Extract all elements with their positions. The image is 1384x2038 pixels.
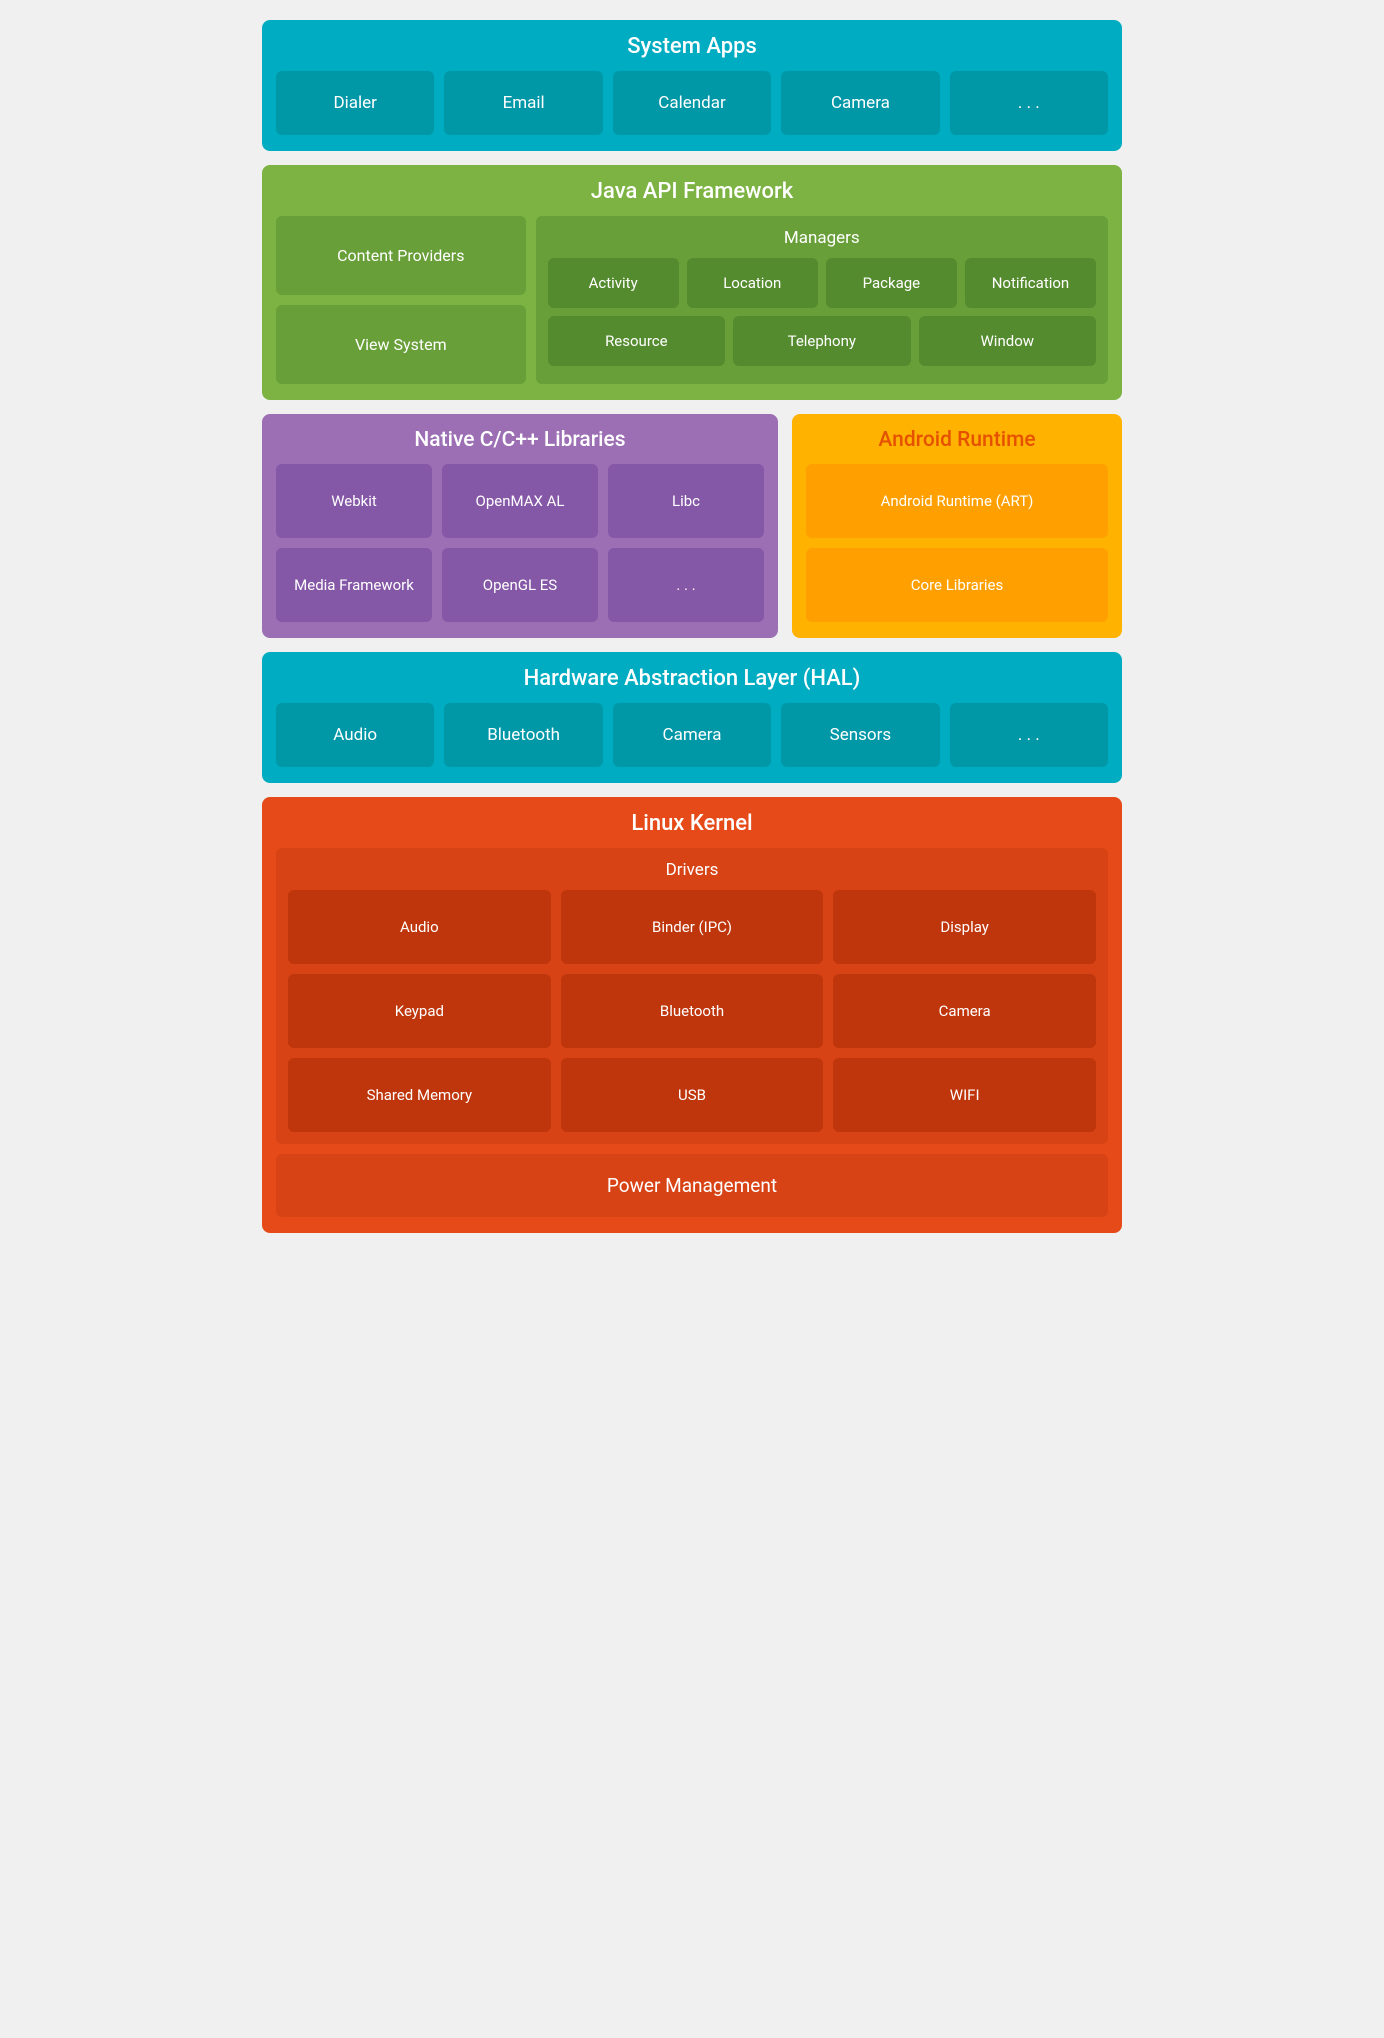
driver-camera: Camera	[833, 974, 1096, 1048]
hal-title: Hardware Abstraction Layer (HAL)	[276, 666, 1108, 691]
driver-wifi: WIFI	[833, 1058, 1096, 1132]
lib-opengl-es: OpenGL ES	[442, 548, 598, 622]
content-providers: Content Providers	[276, 216, 526, 295]
drivers-grid: Audio Binder (IPC) Display Keypad Blueto…	[288, 890, 1096, 1132]
system-apps-layer: System Apps Dialer Email Calendar Camera…	[262, 20, 1122, 151]
managers-grid: Activity Location Package Notification R…	[548, 258, 1096, 366]
manager-activity: Activity	[548, 258, 679, 308]
java-api-content: Content Providers View System Managers A…	[276, 216, 1108, 384]
system-apps-title: System Apps	[276, 34, 1108, 59]
driver-usb: USB	[561, 1058, 824, 1132]
lib-media-framework: Media Framework	[276, 548, 432, 622]
manager-resource: Resource	[548, 316, 725, 366]
java-api-left: Content Providers View System	[276, 216, 526, 384]
driver-shared-memory: Shared Memory	[288, 1058, 551, 1132]
native-cpp-title: Native C/C++ Libraries	[276, 428, 764, 452]
lib-openmax: OpenMAX AL	[442, 464, 598, 538]
manager-telephony: Telephony	[733, 316, 910, 366]
apps-row: Dialer Email Calendar Camera . . .	[276, 71, 1108, 135]
hal-bluetooth: Bluetooth	[444, 703, 602, 767]
app-camera: Camera	[781, 71, 939, 135]
runtime-core-libs: Core Libraries	[806, 548, 1108, 622]
managers-row-2: Resource Telephony Window	[548, 316, 1096, 366]
app-email: Email	[444, 71, 602, 135]
app-more: . . .	[950, 71, 1108, 135]
drivers-title: Drivers	[288, 860, 1096, 880]
app-dialer: Dialer	[276, 71, 434, 135]
lib-webkit: Webkit	[276, 464, 432, 538]
drivers-section: Drivers Audio Binder (IPC) Display Keypa…	[276, 848, 1108, 1144]
hal-camera: Camera	[613, 703, 771, 767]
linux-kernel-title: Linux Kernel	[276, 811, 1108, 836]
manager-window: Window	[919, 316, 1096, 366]
manager-package: Package	[826, 258, 957, 308]
hal-audio: Audio	[276, 703, 434, 767]
view-system: View System	[276, 305, 526, 384]
managers-row-1: Activity Location Package Notification	[548, 258, 1096, 308]
middle-row: Native C/C++ Libraries Webkit OpenMAX AL…	[262, 414, 1122, 638]
runtime-art: Android Runtime (ART)	[806, 464, 1108, 538]
lib-libc: Libc	[608, 464, 764, 538]
manager-location: Location	[687, 258, 818, 308]
hal-sensors: Sensors	[781, 703, 939, 767]
power-management: Power Management	[276, 1154, 1108, 1217]
driver-display: Display	[833, 890, 1096, 964]
driver-bluetooth: Bluetooth	[561, 974, 824, 1048]
managers-title: Managers	[548, 228, 1096, 248]
app-calendar: Calendar	[613, 71, 771, 135]
managers-section: Managers Activity Location Package Notif…	[536, 216, 1108, 384]
hal-row: Audio Bluetooth Camera Sensors . . .	[276, 703, 1108, 767]
lib-more: . . .	[608, 548, 764, 622]
java-api-title: Java API Framework	[276, 179, 1108, 204]
native-grid: Webkit OpenMAX AL Libc Media Framework O…	[276, 464, 764, 622]
driver-keypad: Keypad	[288, 974, 551, 1048]
hal-layer: Hardware Abstraction Layer (HAL) Audio B…	[262, 652, 1122, 783]
native-cpp-layer: Native C/C++ Libraries Webkit OpenMAX AL…	[262, 414, 778, 638]
java-api-layer: Java API Framework Content Providers Vie…	[262, 165, 1122, 400]
manager-notification: Notification	[965, 258, 1096, 308]
linux-kernel-layer: Linux Kernel Drivers Audio Binder (IPC) …	[262, 797, 1122, 1233]
driver-audio: Audio	[288, 890, 551, 964]
driver-binder: Binder (IPC)	[561, 890, 824, 964]
android-runtime-layer: Android Runtime Android Runtime (ART) Co…	[792, 414, 1122, 638]
android-runtime-title: Android Runtime	[806, 428, 1108, 452]
hal-more: . . .	[950, 703, 1108, 767]
